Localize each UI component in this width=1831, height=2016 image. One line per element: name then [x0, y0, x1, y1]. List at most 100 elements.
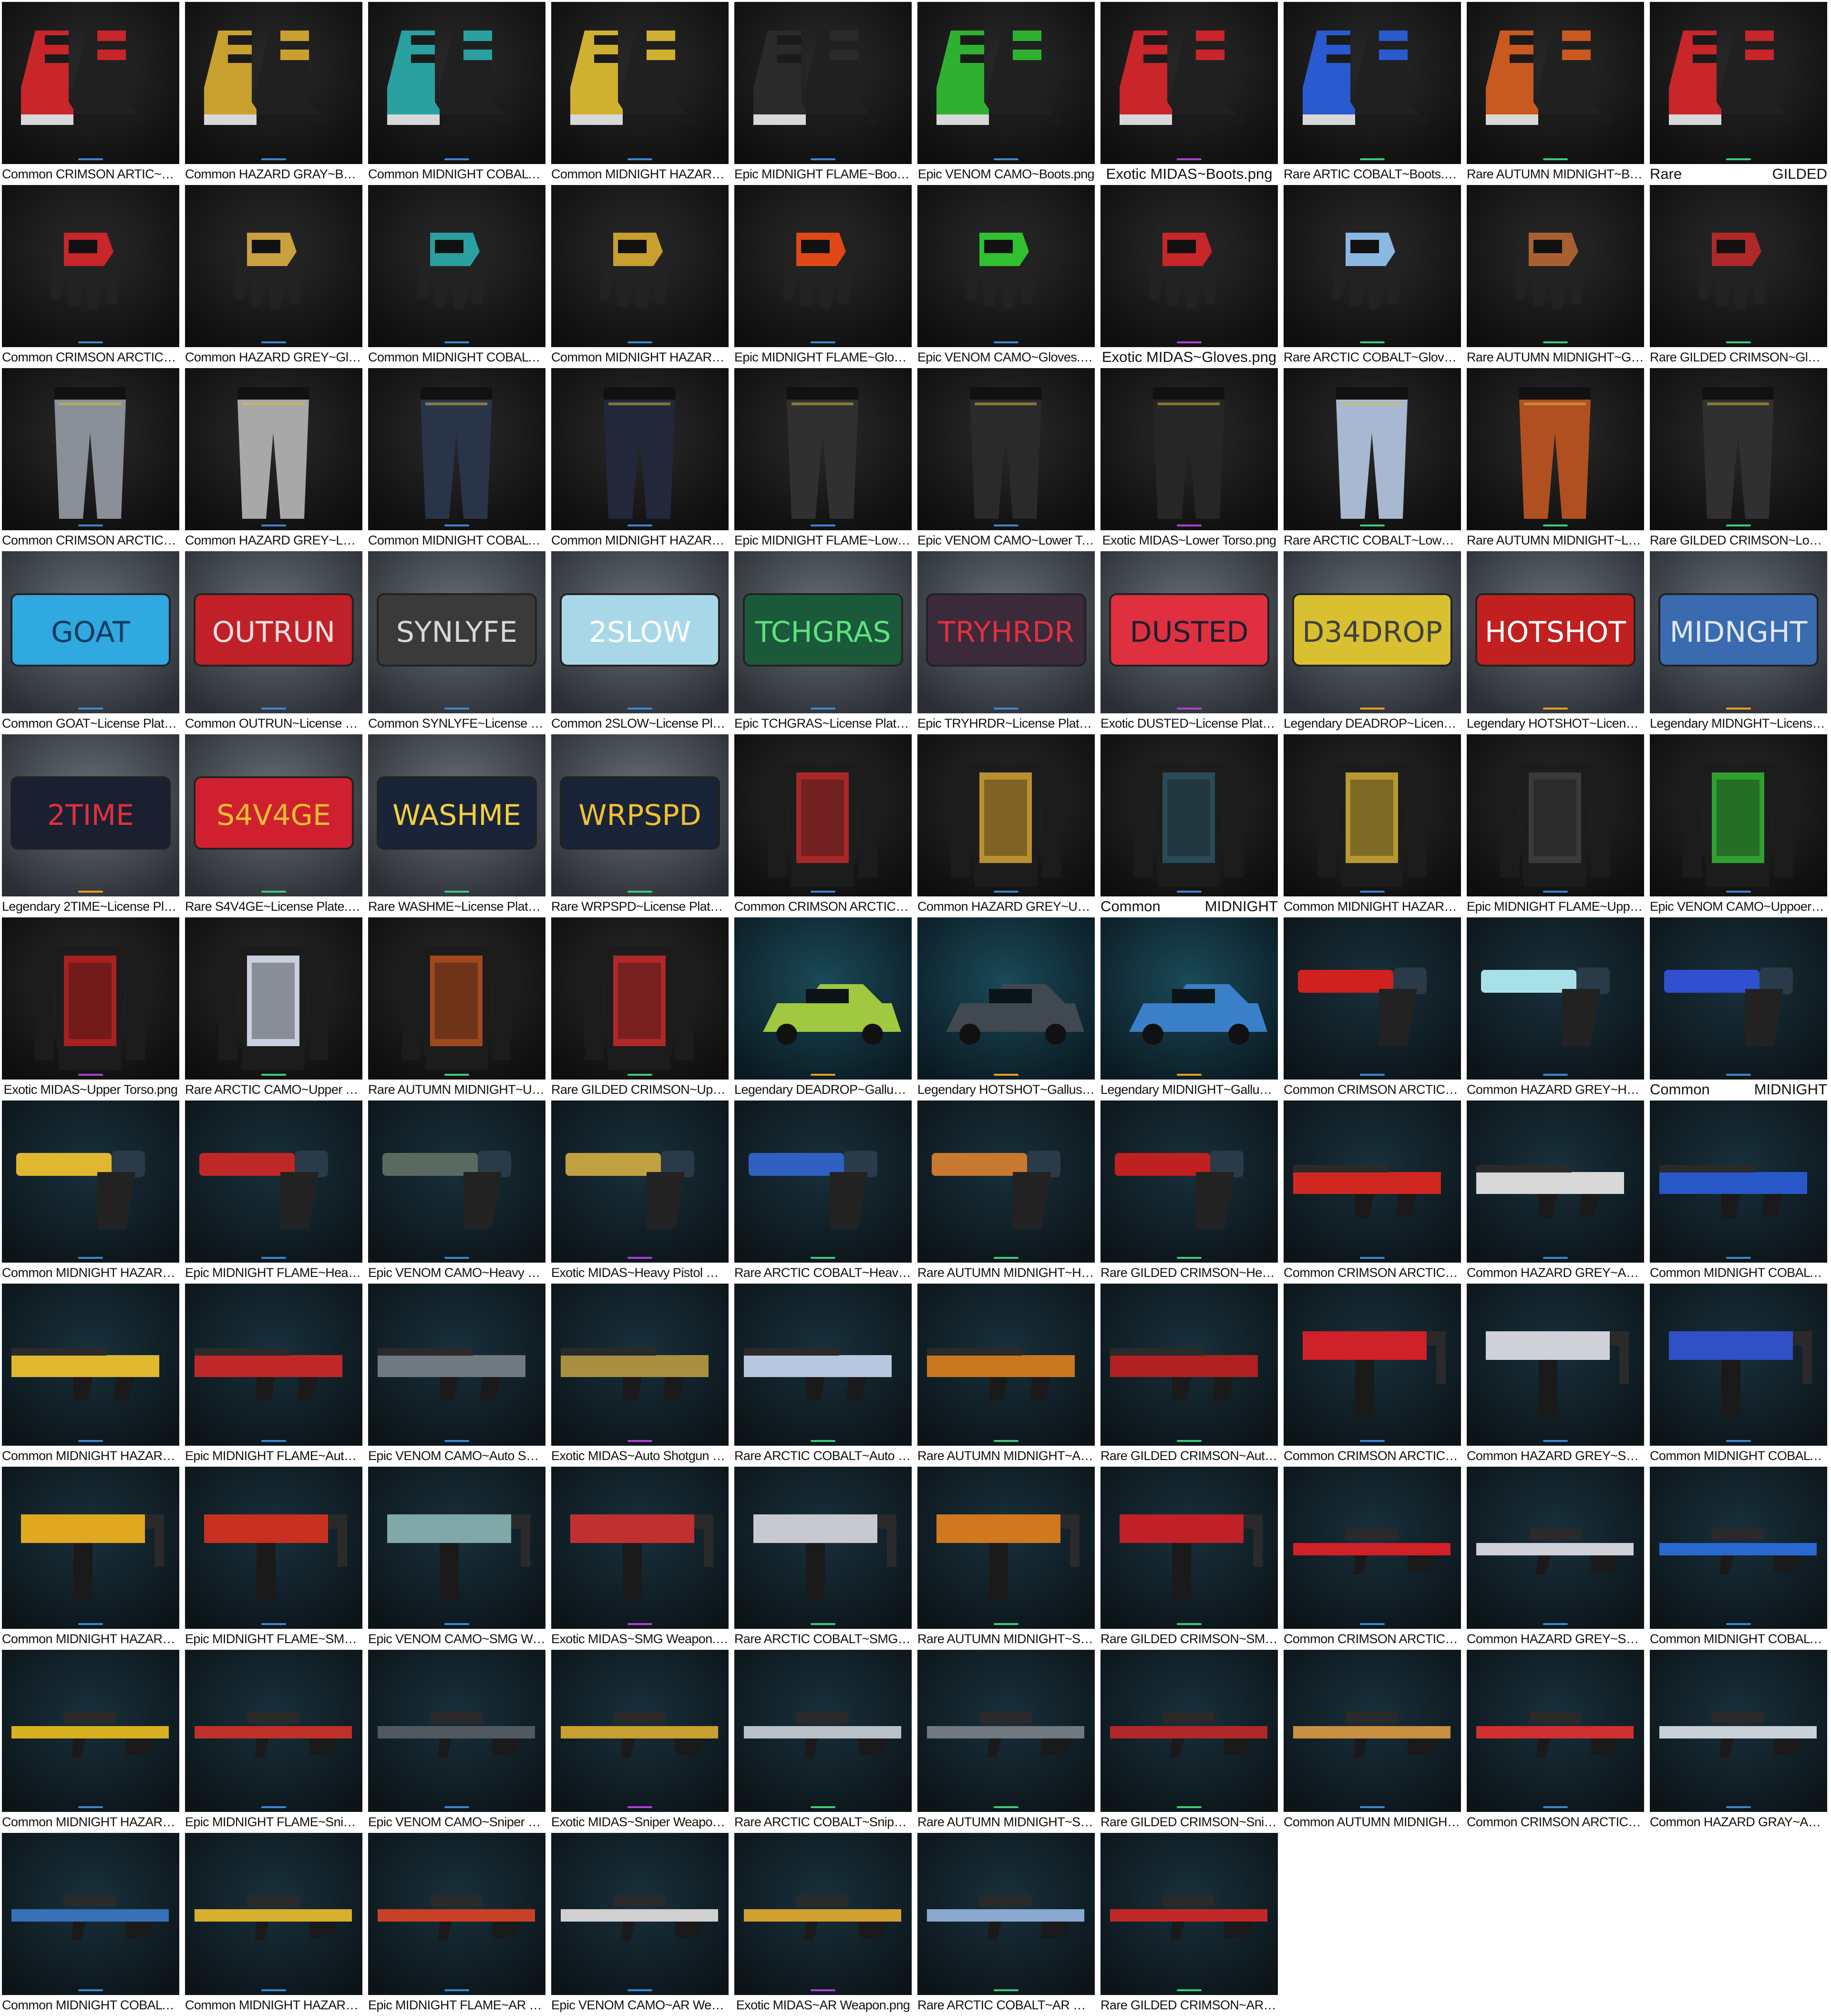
thumbnail-image[interactable]: [551, 1284, 729, 1446]
thumbnail-image[interactable]: [1284, 368, 1461, 530]
thumbnail-image[interactable]: WASHME: [368, 734, 545, 896]
thumbnail-image[interactable]: [734, 1833, 912, 1995]
thumbnail-item[interactable]: Common MIDNIGHT HAZARD~Boots.png: [551, 2, 729, 185]
thumbnail-item[interactable]: 2SLOW Common 2SLOW~License Plate.png: [551, 551, 729, 734]
thumbnail-image[interactable]: [368, 1101, 545, 1263]
thumbnail-image[interactable]: [1284, 1467, 1461, 1629]
thumbnail-image[interactable]: [734, 185, 912, 347]
thumbnail-item[interactable]: Legendary DEADROP~Gallus Vehicle.png: [734, 917, 912, 1101]
thumbnail-item[interactable]: Rare ARCTIC COBALT~Auto Shotgun Weapon.p…: [734, 1284, 912, 1467]
thumbnail-image[interactable]: [917, 1833, 1095, 1995]
thumbnail-image[interactable]: [551, 2, 729, 164]
thumbnail-image[interactable]: [917, 368, 1095, 530]
thumbnail-item[interactable]: Rare GILDED CRIMSON~SMG Weapon.png: [1101, 1467, 1278, 1650]
thumbnail-image[interactable]: [734, 368, 912, 530]
thumbnail-image[interactable]: [368, 1650, 545, 1812]
thumbnail-item[interactable]: Epic MIDNIGHT FLAME~Lower Torso.png: [734, 368, 912, 551]
thumbnail-image[interactable]: [1467, 734, 1644, 896]
thumbnail-item[interactable]: Common HAZARD GRAY~AR Weapon.png: [1650, 1650, 1827, 1833]
thumbnail-image[interactable]: [1101, 2, 1278, 164]
thumbnail-item[interactable]: Common MIDNIGHT HAZARD~Upper Torso.png: [1284, 734, 1461, 917]
thumbnail-image[interactable]: HOTSHOT: [1467, 551, 1644, 713]
thumbnail-image[interactable]: [1284, 1284, 1461, 1446]
thumbnail-item[interactable]: OUTRUN Common OUTRUN~License Plate.png: [185, 551, 362, 734]
thumbnail-image[interactable]: [1467, 2, 1644, 164]
thumbnail-image[interactable]: [1650, 1650, 1827, 1812]
thumbnail-item[interactable]: Rare AUTUMN MIDNIGHT~Gloves.png: [1467, 185, 1644, 368]
thumbnail-item[interactable]: Exotic MIDAS~Sniper Weapon.png: [551, 1650, 729, 1833]
thumbnail-item[interactable]: Epic VENOM CAMO~Lower Torso.png: [917, 368, 1095, 551]
thumbnail-item[interactable]: Common MIDNIGHT COBALT~Lower Torso.png: [368, 368, 545, 551]
thumbnail-item[interactable]: Rare GILDED CRIMSON~Lower Torso.png: [1650, 368, 1827, 551]
thumbnail-image[interactable]: [734, 1101, 912, 1263]
thumbnail-item[interactable]: Common HAZARD GREY~Sniper Weapon.png: [1467, 1467, 1644, 1650]
thumbnail-item[interactable]: Epic MIDNIGHT FLAME~Upper Torso.png: [1467, 734, 1644, 917]
thumbnail-item[interactable]: TRYHRDR Epic TRYHRDR~License Plate.png: [917, 551, 1095, 734]
thumbnail-image[interactable]: [917, 1284, 1095, 1446]
thumbnail-item[interactable]: Common HAZARD GREY~Auto Shotgun Weapon.p…: [1467, 1101, 1644, 1284]
thumbnail-image[interactable]: [368, 1467, 545, 1629]
thumbnail-image[interactable]: [185, 917, 362, 1080]
thumbnail-image[interactable]: [917, 185, 1095, 347]
thumbnail-item[interactable]: Rare ARCTIC COBALT~Gloves.png: [1284, 185, 1461, 368]
thumbnail-item[interactable]: Common MIDNIGHT COBALT~Gloves.png: [368, 185, 545, 368]
thumbnail-item[interactable]: Rare GILDED CRIMSON~AR Weapon.png: [1101, 1833, 1278, 2016]
thumbnail-item[interactable]: S4V4GE Rare S4V4GE~License Plate.png: [185, 734, 362, 917]
thumbnail-image[interactable]: [1467, 1650, 1644, 1812]
thumbnail-item[interactable]: Rare ARCTIC COBALT~AR Weapon.png: [917, 1833, 1095, 2016]
thumbnail-item[interactable]: HOTSHOT Legendary HOTSHOT~License Plate.…: [1467, 551, 1644, 734]
thumbnail-image[interactable]: [1467, 917, 1644, 1080]
thumbnail-item[interactable]: Common CRIMSON ARCTIC~Lower Torso.png: [2, 368, 179, 551]
thumbnail-item[interactable]: 2TIME Legendary 2TIME~License Plate.png: [2, 734, 179, 917]
thumbnail-image[interactable]: [734, 1650, 912, 1812]
thumbnail-image[interactable]: DUSTED: [1101, 551, 1278, 713]
thumbnail-image[interactable]: [1650, 1101, 1827, 1263]
thumbnail-item[interactable]: Common CRIMSON ARTIC~Boots.png: [2, 2, 179, 185]
thumbnail-image[interactable]: TCHGRAS: [734, 551, 912, 713]
thumbnail-item[interactable]: Epic MIDNIGHT FLAME~AR Weapon.png: [368, 1833, 545, 2016]
thumbnail-item[interactable]: Exotic MIDAS~Heavy Pistol Weapon.png: [551, 1101, 729, 1284]
thumbnail-item[interactable]: Exotic MIDAS~Upper Torso.png: [2, 917, 179, 1101]
thumbnail-image[interactable]: TRYHRDR: [917, 551, 1095, 713]
thumbnail-item[interactable]: Common MIDNIGHT HAZARD~Gloves.png: [551, 185, 729, 368]
thumbnail-item[interactable]: Common MIDNIGHT COBALT~Auto Shotgun Weap…: [1650, 1101, 1827, 1284]
thumbnail-item[interactable]: Rare AUTUMN MIDNIGHT~Lower Torso.png: [1467, 368, 1644, 551]
thumbnail-item[interactable]: Epic VENOM CAMO~Auto Shotgun Weapon.png: [368, 1284, 545, 1467]
thumbnail-image[interactable]: [1284, 734, 1461, 896]
thumbnail-image[interactable]: [1101, 917, 1278, 1080]
thumbnail-item[interactable]: Exotic MIDAS~SMG Weapon.png: [551, 1467, 729, 1650]
thumbnail-item[interactable]: Common CRIMSON ARCTIC~Auto Shotgun Weapo…: [1284, 1101, 1461, 1284]
thumbnail-item[interactable]: Rare AUTUMN MIDNIGHT~Heavy Pistol Weapon…: [917, 1101, 1095, 1284]
thumbnail-image[interactable]: [368, 1833, 545, 1995]
thumbnail-image[interactable]: [2, 1650, 179, 1812]
thumbnail-item[interactable]: Common MIDNIGHT HAZARD~Sniper Weapon.png: [2, 1650, 179, 1833]
thumbnail-image[interactable]: [185, 1284, 362, 1446]
thumbnail-image[interactable]: [185, 2, 362, 164]
thumbnail-item[interactable]: Rare ARCTIC COBALT~Lower Torso.png: [1284, 368, 1461, 551]
thumbnail-image[interactable]: [551, 185, 729, 347]
thumbnail-image[interactable]: GOAT: [2, 551, 179, 713]
thumbnail-item[interactable]: Common HAZARD GREY~Heavy Pistol Weapon.p…: [1467, 917, 1644, 1101]
thumbnail-image[interactable]: [185, 1101, 362, 1263]
thumbnail-item[interactable]: Epic MIDNIGHT FLAME~Auto Shotgun Weapon.…: [185, 1284, 362, 1467]
thumbnail-image[interactable]: [1650, 1284, 1827, 1446]
thumbnail-item[interactable]: Epic MIDNIGHT FLAME~SMG Weapon.png: [185, 1467, 362, 1650]
thumbnail-item[interactable]: TCHGRAS Epic TCHGRAS~License Plate.png: [734, 551, 912, 734]
thumbnail-item[interactable]: MIDNGHT Legendary MIDNGHT~License Plate.…: [1650, 551, 1827, 734]
thumbnail-image[interactable]: [368, 1284, 545, 1446]
thumbnail-item[interactable]: Common MIDNIGHT HAZARD~Heavy Pistol Weap…: [2, 1101, 179, 1284]
thumbnail-item[interactable]: Rare GILDED CRIMSON~Sniper Weapon.png: [1101, 1650, 1278, 1833]
thumbnail-item[interactable]: Rare ARCTIC COBALT~SMG Weapon.png: [734, 1467, 912, 1650]
thumbnail-image[interactable]: [1650, 368, 1827, 530]
thumbnail-image[interactable]: [2, 1467, 179, 1629]
thumbnail-image[interactable]: [551, 368, 729, 530]
thumbnail-image[interactable]: OUTRUN: [185, 551, 362, 713]
thumbnail-item[interactable]: Common MIDNIGHT: [1650, 917, 1827, 1101]
thumbnail-item[interactable]: Rare AUTUMN MIDNIGHT~Auto Shotgun Weapon…: [917, 1284, 1095, 1467]
thumbnail-image[interactable]: [1467, 1284, 1644, 1446]
thumbnail-image[interactable]: [2, 368, 179, 530]
thumbnail-item[interactable]: Exotic MIDAS~AR Weapon.png: [734, 1833, 912, 2016]
thumbnail-item[interactable]: Rare GILDED CRIMSON~Upper Torso.png: [551, 917, 729, 1101]
thumbnail-image[interactable]: [1101, 368, 1278, 530]
thumbnail-image[interactable]: [1101, 734, 1278, 896]
